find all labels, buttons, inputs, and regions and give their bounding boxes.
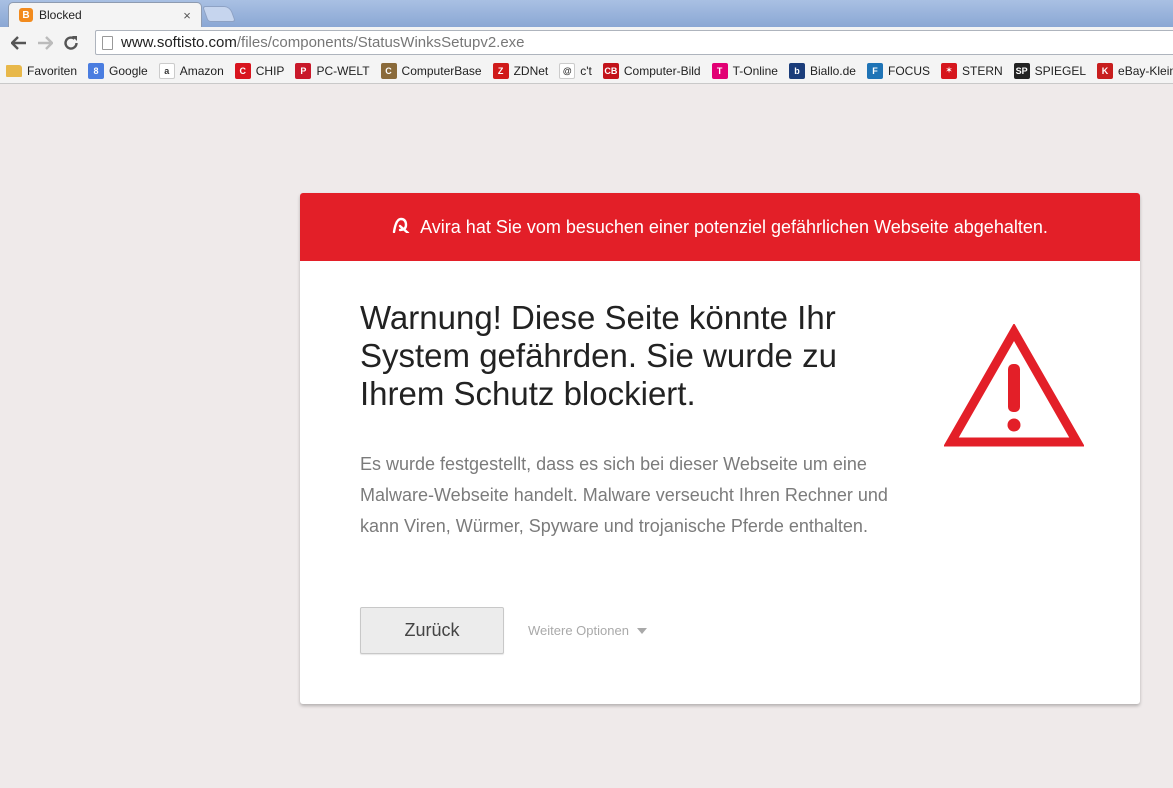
bookmark-focus[interactable]: F FOCUS — [866, 62, 930, 79]
bookmark-label: CHIP — [255, 63, 285, 78]
tab-title: Blocked — [39, 8, 82, 22]
google-icon: 8 — [88, 62, 105, 79]
bookmark-label: Computer-Bild — [623, 63, 701, 78]
chevron-down-icon — [636, 627, 647, 634]
tab-close-icon[interactable]: × — [179, 8, 195, 23]
tab-blocked[interactable]: B Blocked × — [8, 2, 202, 27]
amazon-icon: a — [158, 62, 175, 79]
tab-strip: B Blocked × — [0, 0, 1173, 27]
bookmark-pc-welt[interactable]: P PC-WELT — [295, 62, 370, 79]
more-options-label: Weitere Optionen — [528, 623, 629, 638]
bookmark-stern[interactable]: ✶ STERN — [940, 62, 1003, 79]
bookmark-label: ZDNet — [513, 63, 549, 78]
bookmark-ebay-kleina[interactable]: KeBay-Kleina — [1097, 62, 1173, 79]
ebay-kleinanzeigen-icon: K — [1097, 62, 1114, 79]
bookmark-computerbase[interactable]: C ComputerBase — [380, 62, 482, 79]
forward-arrow-icon[interactable] — [32, 31, 58, 55]
warning-header-text: Avira hat Sie vom besuchen einer potenzi… — [420, 216, 1048, 237]
warning-header: Avira hat Sie vom besuchen einer potenzi… — [300, 193, 1140, 261]
bookmark-label: Favoriten — [27, 63, 78, 78]
more-options-link[interactable]: Weitere Optionen — [528, 623, 647, 638]
bookmark-label: PC-WELT — [316, 63, 370, 78]
computerbase-icon: C — [380, 62, 397, 79]
avira-logo-icon — [392, 217, 410, 238]
bookmark-label: ComputerBase — [401, 63, 482, 78]
tonline-icon: T — [711, 62, 728, 79]
url-path: /files/components/StatusWinksSetupv2.exe — [236, 34, 525, 51]
warning-triangle-icon — [943, 322, 1085, 455]
bookmark-c-t[interactable]: @ c't — [559, 62, 592, 79]
biallo-icon: b — [788, 62, 805, 79]
zdnet-icon: Z — [492, 62, 509, 79]
folder-icon — [6, 64, 22, 77]
bookmark-spiegel[interactable]: SP SPIEGEL — [1013, 62, 1087, 79]
new-tab-button[interactable] — [202, 6, 236, 22]
bookmark-amazon[interactable]: a Amazon — [158, 62, 224, 79]
browser-toolbar: www.softisto.com /files/components/Statu… — [0, 27, 1173, 58]
bookmark-biallo-de[interactable]: b Biallo.de — [788, 62, 856, 79]
bookmark-label: STERN — [961, 63, 1003, 78]
bookmark-chip[interactable]: C CHIP — [234, 62, 285, 79]
url-host: www.softisto.com — [121, 34, 237, 51]
bookmark-label: c't — [580, 63, 592, 78]
bookmark-label: Google — [109, 63, 148, 78]
bookmark-label: Amazon — [179, 63, 224, 78]
page-icon — [102, 35, 113, 50]
bookmark-label: SPIEGEL — [1034, 63, 1087, 78]
address-bar[interactable]: www.softisto.com /files/components/Statu… — [95, 30, 1173, 55]
warning-description: Es wurde festgestellt, dass es sich bei … — [360, 454, 888, 536]
bookmark-google[interactable]: 8 Google — [88, 62, 148, 79]
bookmark-zdnet[interactable]: Z ZDNet — [492, 62, 549, 79]
reload-icon[interactable] — [58, 31, 84, 55]
focus-icon: F — [866, 62, 883, 79]
bookmark-label: eBay-Kleina — [1118, 63, 1173, 78]
pcwelt-icon: P — [295, 62, 312, 79]
bookmark-label: FOCUS — [887, 63, 930, 78]
spiegel-icon: SP — [1013, 62, 1030, 79]
bookmarks-bar: Favoriten 8 Google a Amazon C CHIP P PC-WELT C Com… — [0, 58, 1173, 84]
ct-icon: @ — [559, 62, 576, 79]
bookmark-favoriten[interactable]: Favoriten — [6, 64, 77, 78]
avira-favicon-icon: B — [19, 8, 33, 22]
bookmark-computer-bild[interactable]: CB Computer-Bild — [602, 62, 701, 79]
stern-icon: ✶ — [940, 62, 957, 79]
warning-headline: Warnung! Diese Seite könnte Ihr System g… — [360, 299, 837, 412]
bookmark-label: T-Online — [732, 63, 778, 78]
back-arrow-icon[interactable] — [6, 31, 32, 55]
warning-card: Avira hat Sie vom besuchen einer potenzi… — [300, 193, 1140, 704]
back-button[interactable]: Zurück — [360, 607, 504, 654]
computerbild-icon: CB — [602, 62, 619, 79]
bookmark-t-online[interactable]: T T-Online — [711, 62, 778, 79]
chip-icon: C — [234, 62, 251, 79]
bookmark-label: Biallo.de — [809, 63, 856, 78]
